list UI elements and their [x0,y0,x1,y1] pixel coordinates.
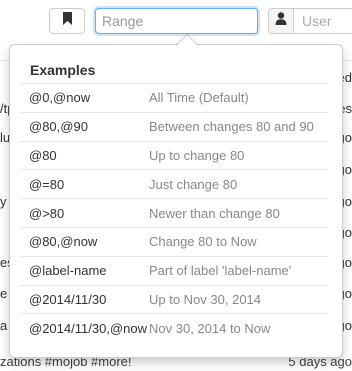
range-input[interactable] [95,8,258,34]
bg-text-fragment: e [0,286,8,301]
example-code: @>80 [29,205,65,221]
example-code: @2014/11/30 [29,291,107,307]
example-row[interactable]: @label-name Part of label 'label-name' [20,255,328,285]
examples-list: @0,@now All Time (Default) @80,@90 Betwe… [20,83,328,342]
bg-text-fragment: y [0,194,7,209]
bookmark-icon [62,12,73,30]
example-row[interactable]: @0,@now All Time (Default) [20,83,328,112]
user-button[interactable] [268,8,294,34]
popover-arrow-fill [177,35,197,45]
example-row[interactable]: @2014/11/30 Up to Nov 30, 2014 [20,284,328,314]
bg-text-fragment: a [0,318,8,333]
example-description: Newer than change 80 [149,205,280,221]
example-row[interactable]: @=80 Just change 80 [20,169,328,198]
example-row[interactable]: @80,@now Change 80 to Now [20,226,328,256]
popover-title: Examples [30,62,96,78]
example-description: Just change 80 [149,176,238,192]
example-row[interactable]: @>80 Newer than change 80 [20,198,328,227]
example-code: @80 [29,147,57,163]
example-description: Up to change 80 [149,147,245,163]
example-description: Between changes 80 and 90 [149,119,314,135]
example-description: Nov 30, 2014 to Now [149,320,271,336]
example-description: Change 80 to Now [149,234,257,250]
example-row[interactable]: @80,@90 Between changes 80 and 90 [20,111,328,141]
example-code: @80,@now [29,234,98,250]
example-code: @80,@90 [29,119,88,135]
example-code: @=80 [29,176,65,192]
example-description: Up to Nov 30, 2014 [149,291,262,307]
example-description: Part of label 'label-name' [149,263,292,279]
example-row[interactable]: @80 Up to change 80 [20,140,328,170]
filter-toolbar [0,8,352,36]
example-code: @label-name [29,263,107,279]
range-examples-popover: Examples @0,@now All Time (Default) @80,… [9,34,343,358]
example-description: All Time (Default) [149,90,249,106]
example-row[interactable]: @2014/11/30,@now Nov 30, 2014 to Now [20,313,328,342]
example-code: @0,@now [29,90,91,106]
example-code: @2014/11/30,@now [29,320,147,336]
user-input[interactable] [293,8,352,34]
user-icon [275,12,287,30]
bookmark-button[interactable] [49,8,85,34]
